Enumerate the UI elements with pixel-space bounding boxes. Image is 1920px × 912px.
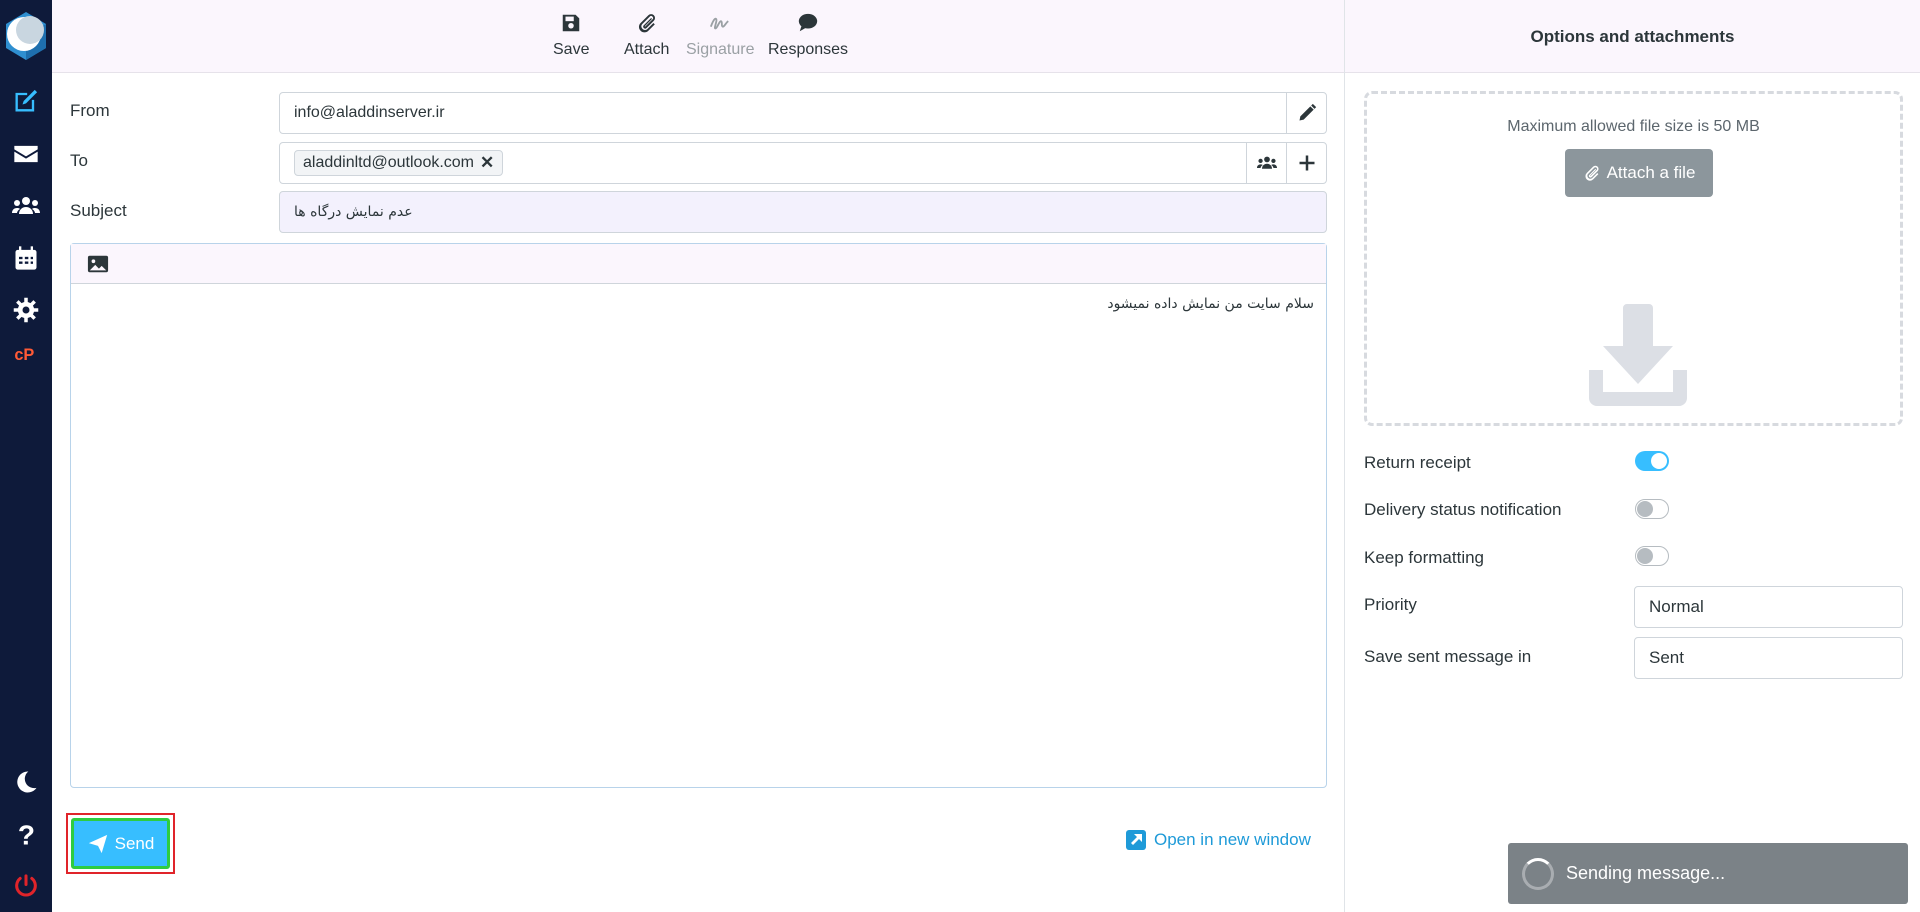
contacts-icon[interactable] (0, 184, 52, 228)
priority-select[interactable]: Normal (1634, 586, 1903, 628)
svg-text:?: ? (18, 820, 35, 848)
from-label: From (70, 101, 110, 120)
paperclip-icon (638, 14, 655, 33)
to-label: To (70, 151, 88, 170)
editor-toolbar (71, 244, 1326, 284)
delivery-status-label: Delivery status notification (1364, 500, 1562, 519)
subject-label: Subject (70, 201, 127, 220)
max-file-size-text: Maximum allowed file size is 50 MB (1507, 118, 1760, 135)
paper-plane-icon (88, 834, 107, 853)
toast-message: Sending message... (1566, 863, 1726, 883)
external-link-icon (1126, 830, 1146, 850)
save-label: Save (553, 41, 590, 58)
help-icon[interactable]: ? (0, 812, 52, 856)
recipient-address: aladdinltd@outlook.com (303, 154, 475, 171)
save-icon (562, 14, 580, 32)
chat-bubble-icon (798, 13, 818, 32)
signature-button[interactable]: Signature (686, 12, 755, 59)
signature-label: Signature (686, 41, 755, 58)
message-editor[interactable]: سلام سایت من نمایش داده نمیشود (70, 243, 1327, 788)
compose-toolbar: Save Attach Signature Responses (52, 0, 1344, 73)
responses-label: Responses (768, 41, 849, 58)
send-label: Send (114, 833, 155, 853)
add-header-button[interactable] (1286, 143, 1326, 183)
cpanel-icon[interactable]: cP (0, 332, 52, 376)
priority-label: Priority (1364, 595, 1417, 614)
spinner-icon (1522, 857, 1554, 890)
mail-icon[interactable] (0, 132, 52, 176)
calendar-icon[interactable] (0, 236, 52, 280)
compose-icon[interactable] (0, 79, 52, 123)
paperclip-icon (1585, 165, 1599, 181)
attach-file-button[interactable]: Attach a file (1565, 149, 1713, 197)
edit-identity-button[interactable] (1286, 93, 1326, 133)
message-body: سلام سایت من نمایش داده نمیشود (1107, 296, 1314, 312)
subject-value: عدم نمایش درگاه ها (294, 204, 413, 220)
logout-icon[interactable] (0, 864, 52, 908)
settings-icon[interactable] (0, 288, 52, 332)
open-new-window-label: Open in new window (1154, 830, 1311, 849)
from-field[interactable]: info@aladdinserver.ir (279, 92, 1327, 134)
attach-label: Attach (624, 41, 670, 58)
save-sent-select[interactable]: Sent (1634, 637, 1903, 679)
pencil-icon (1299, 103, 1316, 121)
insert-image-icon[interactable] (87, 254, 109, 274)
svg-text:cP: cP (14, 346, 34, 364)
remove-recipient-icon[interactable]: ✕ (480, 151, 494, 175)
options-panel: Options and attachments Maximum allowed … (1344, 0, 1920, 912)
save-sent-label: Save sent message in (1364, 647, 1532, 666)
dark-mode-icon[interactable] (0, 760, 52, 804)
plus-icon (1299, 155, 1314, 171)
address-book-button[interactable] (1246, 143, 1286, 183)
attach-button[interactable]: Attach (624, 12, 669, 59)
download-icon (1589, 304, 1687, 406)
to-field[interactable]: aladdinltd@outlook.com ✕ (279, 142, 1327, 184)
attach-file-label: Attach a file (1606, 163, 1696, 182)
send-button-highlight: Send (66, 813, 175, 874)
delivery-status-toggle[interactable] (1635, 499, 1669, 519)
save-button[interactable]: Save (553, 12, 589, 59)
sending-toast: Sending message... (1508, 843, 1908, 904)
send-button[interactable]: Send (71, 818, 170, 869)
keep-formatting-label: Keep formatting (1364, 548, 1485, 567)
options-title: Options and attachments (1345, 0, 1920, 73)
sidebar-nav: cP ? (0, 0, 52, 912)
from-value: info@aladdinserver.ir (294, 104, 445, 121)
attachment-dropzone[interactable]: Maximum allowed file size is 50 MB Attac… (1364, 91, 1903, 426)
keep-formatting-toggle[interactable] (1635, 546, 1669, 566)
subject-input[interactable]: عدم نمایش درگاه ها (279, 191, 1327, 233)
signature-icon (710, 17, 730, 30)
recipient-chip[interactable]: aladdinltd@outlook.com ✕ (294, 150, 504, 176)
return-receipt-toggle[interactable] (1635, 451, 1669, 471)
compose-screen: cP ? Save Attach Signature Responses Fro… (0, 0, 1920, 912)
return-receipt-label: Return receipt (1364, 453, 1471, 472)
logo-icon[interactable] (2, 8, 50, 64)
contacts-group-icon (1256, 156, 1277, 169)
responses-button[interactable]: Responses (768, 12, 848, 59)
open-new-window-link[interactable]: Open in new window (1126, 830, 1311, 850)
